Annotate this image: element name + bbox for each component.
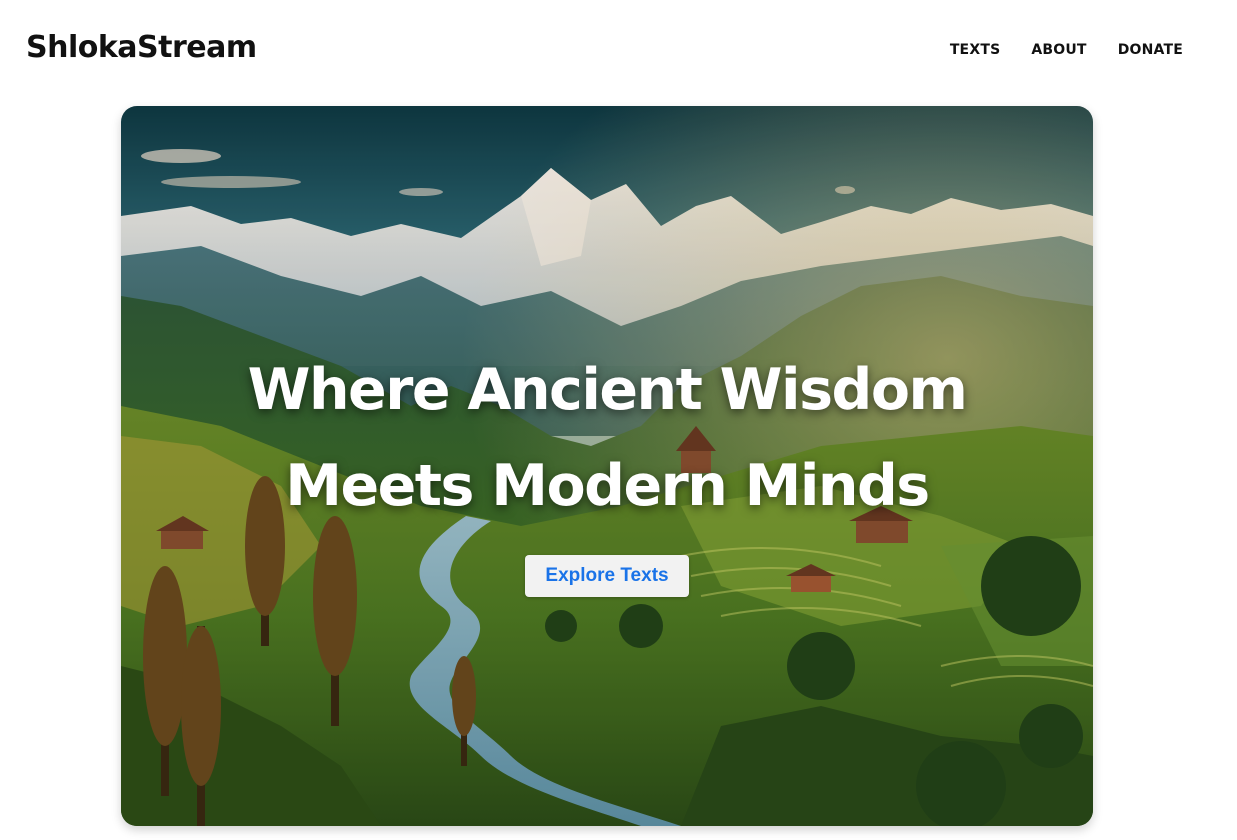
- hero-title-line2: Meets Modern Minds: [285, 453, 930, 519]
- hero-title-line1: Where Ancient Wisdom: [247, 357, 968, 423]
- nav-link-texts[interactable]: TEXTS: [950, 42, 1001, 58]
- main-nav: TEXTS ABOUT DONATE: [950, 42, 1183, 58]
- brand-logo-link[interactable]: ShlokaStream: [26, 30, 257, 65]
- nav-link-about[interactable]: ABOUT: [1031, 42, 1086, 58]
- hero-title: Where Ancient Wisdom Meets Modern Minds: [121, 342, 1093, 534]
- hero-banner: Where Ancient Wisdom Meets Modern Minds …: [121, 106, 1093, 826]
- nav-link-donate[interactable]: DONATE: [1118, 42, 1183, 58]
- site-header: ShlokaStream TEXTS ABOUT DONATE: [0, 0, 1237, 104]
- explore-texts-button[interactable]: Explore Texts: [525, 555, 689, 597]
